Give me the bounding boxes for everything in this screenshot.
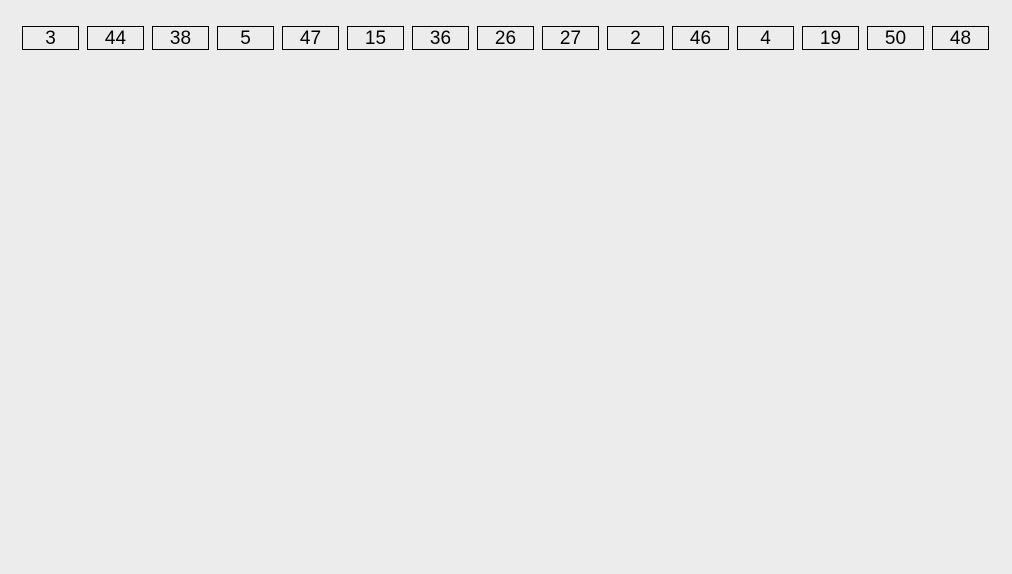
cell-14: 48	[932, 26, 989, 50]
cell-0: 3	[22, 26, 79, 50]
cell-7: 26	[477, 26, 534, 50]
cell-6: 36	[412, 26, 469, 50]
cell-12: 19	[802, 26, 859, 50]
cell-1: 44	[87, 26, 144, 50]
number-row: 3 44 38 5 47 15 36 26 27 2 46 4 19 50 48	[22, 26, 990, 50]
cell-8: 27	[542, 26, 599, 50]
cell-13: 50	[867, 26, 924, 50]
cell-11: 4	[737, 26, 794, 50]
cell-5: 15	[347, 26, 404, 50]
cell-3: 5	[217, 26, 274, 50]
cell-2: 38	[152, 26, 209, 50]
cell-9: 2	[607, 26, 664, 50]
cell-4: 47	[282, 26, 339, 50]
cell-10: 46	[672, 26, 729, 50]
